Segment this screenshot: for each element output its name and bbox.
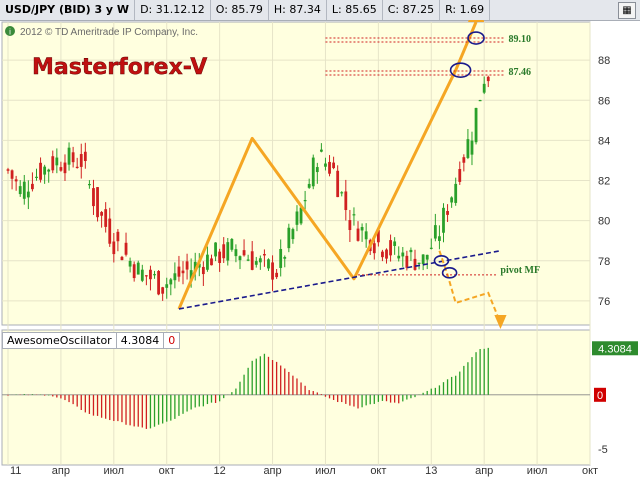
chart-header: USD/JPY (BID) 3 y W D: 31.12.12 O: 85.79…: [0, 0, 640, 21]
price-tick-76: 76: [598, 296, 610, 308]
level-label-2: pivot MF: [500, 265, 540, 276]
level-label-0: 89.10: [509, 34, 532, 45]
osc-tick-minus5: -5: [598, 444, 608, 456]
time-tick-5: апр: [263, 465, 281, 477]
v-pattern-arrow: [467, 20, 485, 22]
osc-tick-value: 4.3084: [598, 343, 632, 355]
price-tick-80: 80: [598, 216, 610, 228]
indicator-value: 4.3084: [117, 333, 165, 348]
high-readout: H: 87.34: [269, 0, 327, 20]
copyright-text: 2012 © TD Ameritrade IP Company, Inc.: [20, 27, 198, 38]
close-readout: C: 87.25: [383, 0, 441, 20]
copyright-line: i 2012 © TD Ameritrade IP Company, Inc.: [5, 26, 198, 38]
osc-tick-zero: 0: [597, 390, 603, 402]
low-readout: L: 85.65: [327, 0, 383, 20]
time-tick-9: апр: [475, 465, 493, 477]
candle-37: [157, 270, 160, 296]
symbol-label[interactable]: USD/JPY (BID) 3 y W: [0, 0, 136, 20]
range-readout: R: 1.69: [440, 0, 491, 20]
price-tick-82: 82: [598, 176, 610, 188]
time-tick-7: окт: [370, 465, 386, 477]
chart-canvas: 89.1087.46pivot MF 76788082848688 -504.3…: [1, 20, 638, 477]
time-tick-3: окт: [159, 465, 175, 477]
time-axis: 11 апр июл окт 12 апр июл окт 13 апр июл окт: [10, 465, 598, 477]
time-tick-1: апр: [52, 465, 70, 477]
time-tick-2: июл: [104, 465, 125, 477]
price-axis: 76 78 80 82 84 86 88: [598, 55, 610, 308]
chart-settings-icon[interactable]: ▦: [618, 2, 636, 19]
open-readout: O: 85.79: [211, 0, 269, 20]
watermark-logo: Masterforex-V: [32, 55, 207, 80]
candle-115: [474, 107, 478, 145]
time-tick-0: 11: [10, 465, 21, 477]
time-tick-10: июл: [527, 465, 548, 477]
svg-text:i: i: [9, 28, 11, 37]
oscillator-axis: -5 0 4.3084: [592, 341, 638, 456]
time-tick-11: окт: [582, 465, 598, 477]
candle-116: [478, 99, 482, 102]
time-tick-6: июл: [315, 465, 336, 477]
price-tick-84: 84: [598, 135, 610, 147]
price-tick-86: 86: [598, 95, 610, 107]
price-tick-78: 78: [598, 256, 610, 268]
time-tick-4: 12: [214, 465, 226, 477]
date-readout: D: 31.12.12: [135, 0, 211, 20]
indicator-name: AwesomeOscillator: [3, 333, 117, 348]
candle-55: [230, 237, 234, 252]
oscillator-pane: [1, 329, 591, 466]
level-label-1: 87.46: [509, 67, 532, 78]
indicator-header[interactable]: AwesomeOscillator 4.3084 0: [2, 332, 181, 349]
candle-22: [96, 187, 99, 222]
price-tick-88: 88: [598, 55, 610, 67]
candle-32: [136, 260, 140, 275]
time-tick-8: 13: [425, 465, 437, 477]
indicator-zero: 0: [168, 334, 176, 347]
candle-69: [287, 223, 291, 253]
candle-75: [311, 154, 315, 190]
